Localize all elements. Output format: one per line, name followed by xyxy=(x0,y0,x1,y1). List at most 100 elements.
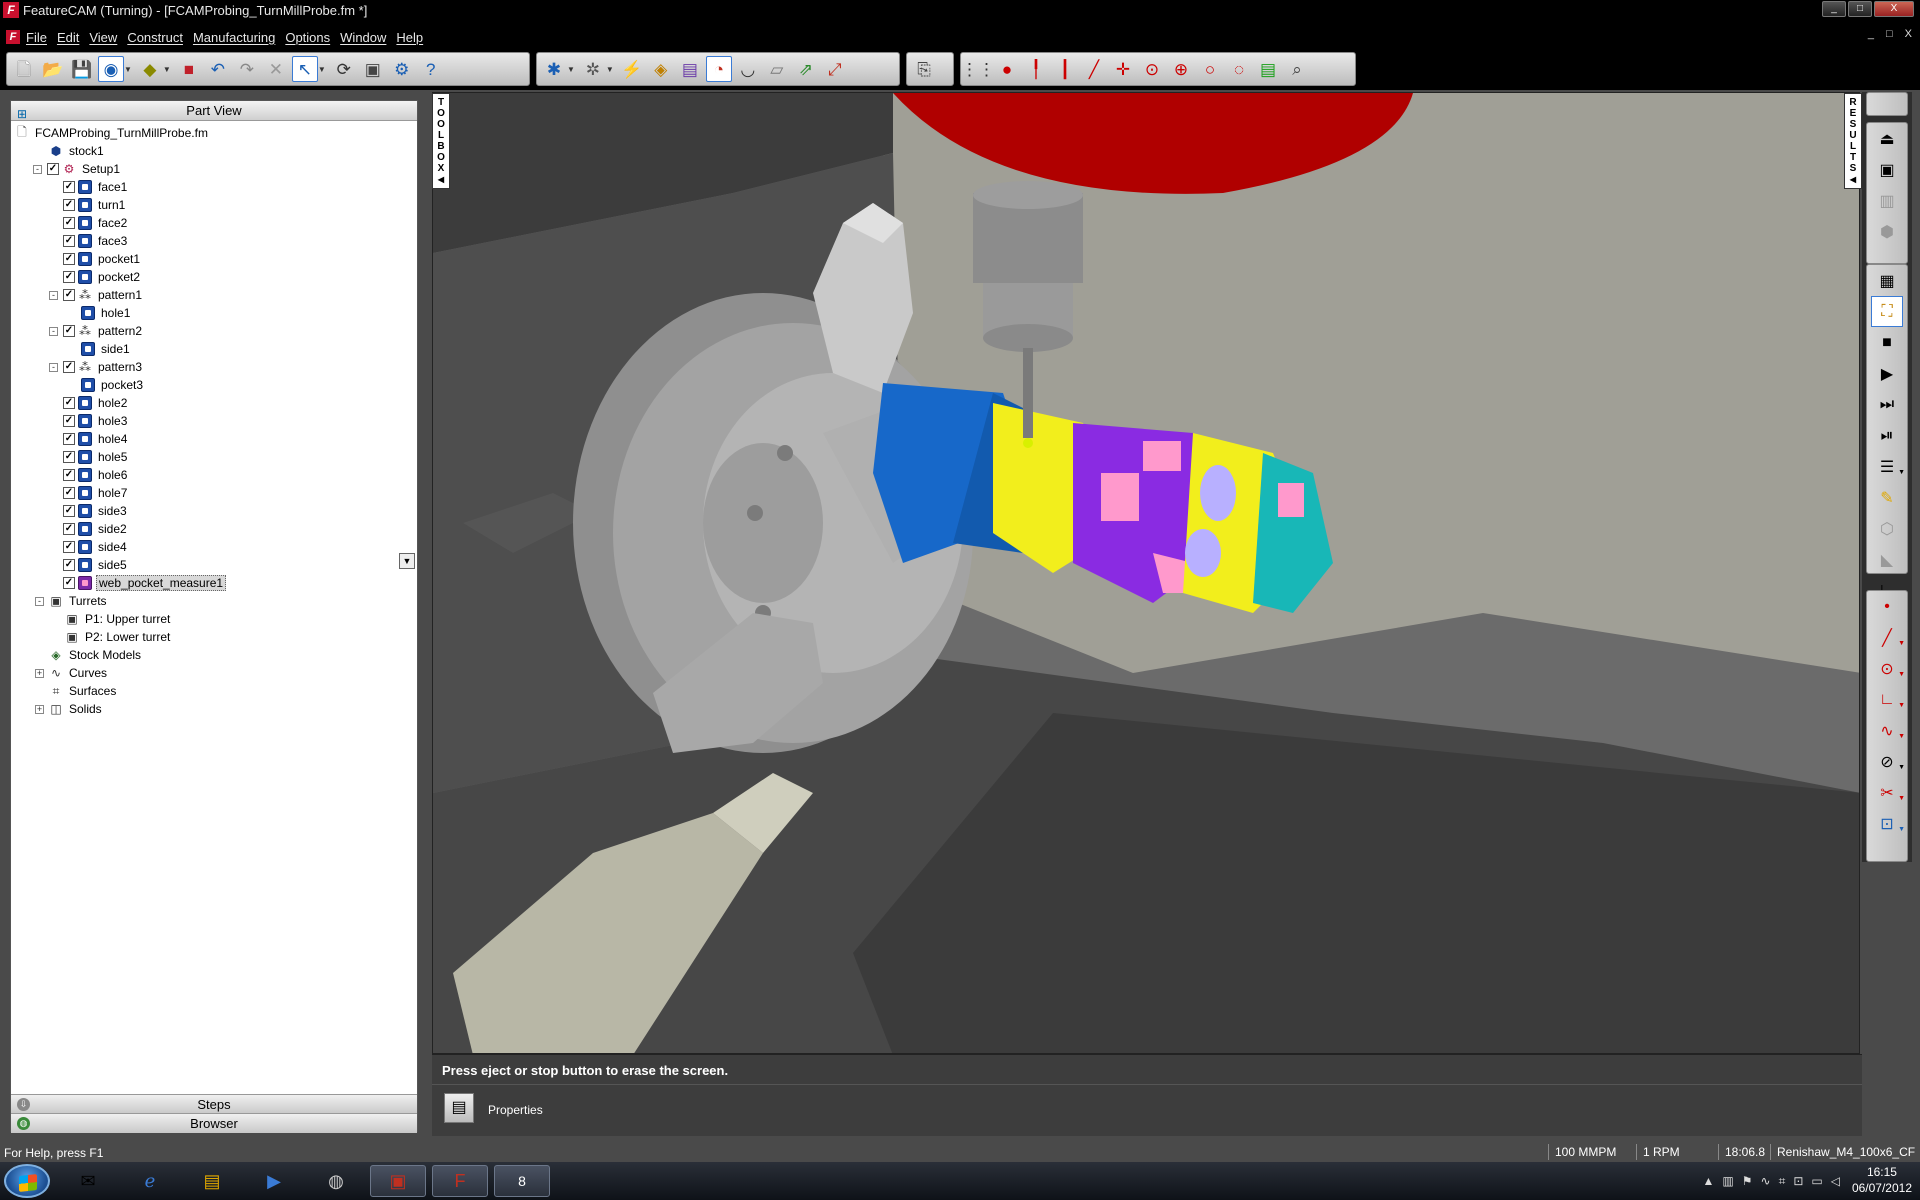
tree-item[interactable]: ✓ pocket2 xyxy=(63,268,142,286)
sketch-line-icon[interactable]: ╱ ▼ xyxy=(1867,622,1907,653)
ops-list-icon[interactable]: ▥ xyxy=(1867,185,1907,216)
tree-item[interactable]: ✓ hole6 xyxy=(63,466,129,484)
nc-code-icon[interactable]: ▣ xyxy=(1867,154,1907,185)
point-icon[interactable]: ● xyxy=(994,56,1020,82)
3d-viewport[interactable] xyxy=(432,92,1860,1054)
tree-item[interactable]: side1 xyxy=(81,340,132,358)
close-button[interactable]: X xyxy=(1874,1,1914,17)
maximize-button[interactable]: □ xyxy=(1848,1,1872,17)
tree-dropdown-arrow-icon[interactable]: ▼ xyxy=(399,553,415,569)
menu-file[interactable]: File xyxy=(26,30,47,45)
section-view-icon[interactable]: ◣ xyxy=(1867,544,1907,575)
visibility-checkbox[interactable]: ✓ xyxy=(63,199,75,211)
fast-forward-icon[interactable]: ⏭ xyxy=(1867,389,1907,420)
tool-wizard-icon[interactable]: ✲ xyxy=(580,56,606,82)
globe-view-icon[interactable]: ◉ xyxy=(98,56,124,82)
tree-item[interactable]: - ✓ ⁂ pattern3 xyxy=(49,358,144,376)
stop-icon[interactable]: ■ xyxy=(1867,327,1907,358)
simulation-mode-icon[interactable]: ⛶ xyxy=(1871,296,1903,327)
circle-center-icon[interactable]: ⊙ xyxy=(1139,56,1165,82)
collapse-icon[interactable]: - xyxy=(49,362,58,372)
menu-construct[interactable]: Construct xyxy=(127,30,183,45)
start-button[interactable] xyxy=(4,1164,50,1198)
sketch-fillet-icon[interactable]: ∟ ▼ xyxy=(1867,684,1907,715)
new-file-icon[interactable]: 🗋 xyxy=(11,56,37,82)
tree-item[interactable]: + ◫ Solids xyxy=(35,700,104,718)
autocad-taskbar-icon[interactable]: ▣ xyxy=(370,1165,426,1197)
circle-cross-icon[interactable]: ⊕ xyxy=(1168,56,1194,82)
visibility-checkbox[interactable]: ✓ xyxy=(63,541,75,553)
tree-item[interactable]: ✓ side5 xyxy=(63,556,129,574)
results-collapse-arrow-icon[interactable]: ◀ xyxy=(1850,175,1856,184)
tool-dropdown-arrow-icon[interactable]: ▼ xyxy=(606,65,614,74)
tree-item[interactable]: ✓ hole3 xyxy=(63,412,129,430)
help-icon[interactable]: ? xyxy=(418,56,444,82)
system-clock[interactable]: 16:15 06/07/2012 xyxy=(1852,1164,1912,1196)
view-cube-icon[interactable]: ⬢ xyxy=(1867,216,1907,247)
tree-item[interactable]: hole1 xyxy=(81,304,132,322)
tree-item[interactable]: ▣ P2: Lower turret xyxy=(65,628,172,646)
tree-item[interactable]: ✓ side3 xyxy=(63,502,129,520)
delete-icon[interactable]: ✕ xyxy=(263,56,289,82)
doc-minimize-button[interactable]: _ xyxy=(1868,28,1874,40)
tree-item[interactable]: ⬢ stock1 xyxy=(49,142,106,160)
tray-expand-icon[interactable]: ▲ xyxy=(1703,1174,1715,1189)
mail-taskbar-icon[interactable]: ✉ xyxy=(60,1165,116,1197)
visibility-checkbox[interactable]: ✓ xyxy=(63,397,75,409)
transform-icon[interactable]: ⤢ xyxy=(822,56,848,82)
eject-icon[interactable]: ⏏ xyxy=(1867,123,1907,154)
visibility-checkbox[interactable]: ✓ xyxy=(63,361,75,373)
visibility-checkbox[interactable]: ✓ xyxy=(63,415,75,427)
eraser-icon[interactable]: ✎ xyxy=(1867,482,1907,513)
visibility-checkbox[interactable]: ✓ xyxy=(63,253,75,265)
sphere-app-icon[interactable]: ◍ xyxy=(308,1165,364,1197)
globe-dropdown-arrow-icon[interactable]: ▼ xyxy=(124,65,132,74)
zoom-window-icon[interactable]: ⌕ xyxy=(1284,56,1310,82)
toolpath-icon[interactable]: ⚡ xyxy=(619,56,645,82)
expand-icon[interactable]: + xyxy=(35,704,44,714)
step-options-icon[interactable]: ☰ ▼ xyxy=(1867,451,1907,482)
tree-item[interactable]: - ✓ ⚙ Setup1 xyxy=(33,160,122,178)
expand-icon[interactable]: + xyxy=(35,668,44,678)
tree-item[interactable]: ⌗ Surfaces xyxy=(49,682,118,700)
shaded-view-icon[interactable]: ◆ xyxy=(137,56,163,82)
line-icon[interactable]: ┃ xyxy=(1052,56,1078,82)
tray-flag-icon[interactable]: ⚑ xyxy=(1742,1174,1753,1189)
arc-icon[interactable]: ◌ xyxy=(1226,56,1252,82)
tree-item[interactable]: ✓ turn1 xyxy=(63,196,127,214)
visibility-checkbox[interactable]: ✓ xyxy=(63,289,75,301)
menu-window[interactable]: Window xyxy=(340,30,386,45)
visibility-checkbox[interactable]: ✓ xyxy=(63,451,75,463)
tree-item[interactable]: ✓ pocket1 xyxy=(63,250,142,268)
tree-item[interactable]: ✓ face2 xyxy=(63,214,129,232)
sketch-trim-icon[interactable]: ✂ ▼ xyxy=(1867,777,1907,808)
rotate-view-icon[interactable]: ⟳ xyxy=(331,56,357,82)
sketch-circle-icon[interactable]: ⊙ ▼ xyxy=(1867,653,1907,684)
part-cube-icon[interactable]: ■ xyxy=(176,56,202,82)
tree-item[interactable]: ✓ web_pocket_measure1 xyxy=(63,574,227,592)
minimize-button[interactable]: _ xyxy=(1822,1,1846,17)
tray-wave-icon[interactable]: ∿ xyxy=(1761,1174,1771,1189)
visibility-checkbox[interactable]: ✓ xyxy=(63,271,75,283)
visibility-checkbox[interactable]: ✓ xyxy=(63,235,75,247)
doc-close-button[interactable]: X xyxy=(1905,28,1912,40)
menu-options[interactable]: Options xyxy=(285,30,330,45)
tree-item[interactable]: ✓ hole2 xyxy=(63,394,129,412)
sketch-spline-icon[interactable]: ∿ ▼ xyxy=(1867,715,1907,746)
measure-icon[interactable]: ◔ xyxy=(705,56,732,82)
setup-wizard-icon[interactable]: ▣ xyxy=(360,56,386,82)
tree-item[interactable]: ✓ side4 xyxy=(63,538,129,556)
feature-dropdown-arrow-icon[interactable]: ▼ xyxy=(567,65,575,74)
doc-restore-button[interactable]: □ xyxy=(1886,28,1893,40)
surface-tool-icon[interactable]: ▱ xyxy=(764,56,790,82)
feature-from-solid-icon[interactable]: ◈ xyxy=(648,56,674,82)
visibility-checkbox[interactable]: ✓ xyxy=(63,469,75,481)
tree-item[interactable]: ▣ P1: Upper turret xyxy=(65,610,172,628)
visibility-checkbox[interactable]: ✓ xyxy=(63,523,75,535)
sketch-point-icon[interactable]: • xyxy=(1867,591,1907,622)
toolbox-tab[interactable]: TOOLBOX ◀ xyxy=(432,93,450,189)
tree-item[interactable]: ✓ side2 xyxy=(63,520,129,538)
save-icon[interactable]: 💾 xyxy=(69,56,95,82)
tree-item[interactable]: ✓ hole5 xyxy=(63,448,129,466)
menu-manufacturing[interactable]: Manufacturing xyxy=(193,30,275,45)
